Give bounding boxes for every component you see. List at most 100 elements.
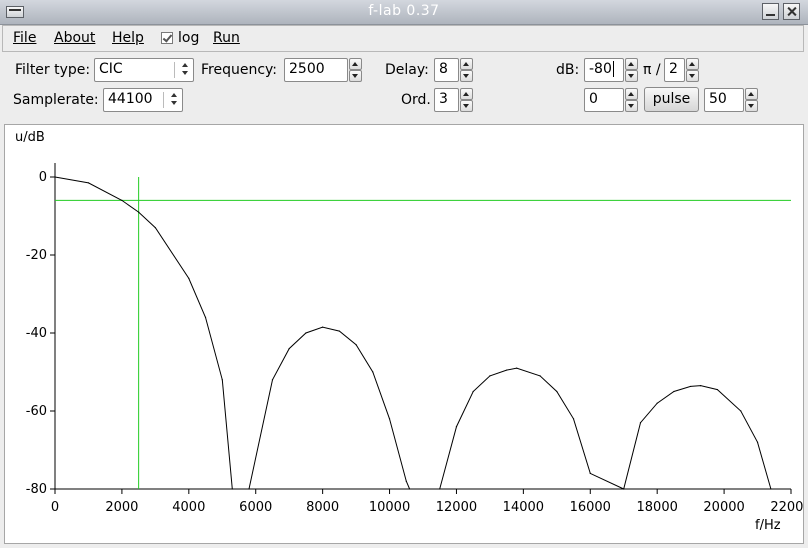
response-point (756, 441, 759, 443)
combo-separator (163, 92, 164, 108)
response-point (740, 410, 742, 412)
frequency-value: 2500 (289, 61, 325, 77)
x-tick-label: 14000 (503, 500, 544, 515)
menu-run[interactable]: Run (213, 30, 240, 46)
response-point (639, 422, 642, 424)
combo-separator (174, 62, 175, 78)
phase-input[interactable]: 0 (584, 88, 624, 112)
response-point (716, 388, 719, 391)
response-point (221, 379, 223, 381)
minimize-icon[interactable] (762, 3, 779, 20)
response-point (87, 182, 90, 184)
spin-down-icon[interactable] (460, 70, 473, 82)
window-title: f-lab 0.37 (368, 3, 440, 19)
response-point (154, 227, 156, 229)
text-caret (612, 61, 614, 77)
pi-divisor-stepper[interactable] (686, 58, 699, 82)
samplerate-value: 44100 (108, 91, 153, 107)
response-point (516, 367, 518, 369)
db-label: dB: (556, 62, 580, 78)
order-stepper[interactable] (460, 88, 473, 112)
menu-run-label: Run (213, 30, 240, 46)
response-point (589, 472, 591, 474)
menu-help-label: Help (112, 30, 144, 46)
y-tick-label: -40 (26, 326, 47, 341)
response-point (770, 488, 772, 490)
spin-up-icon[interactable] (460, 88, 473, 100)
x-tick-label: 16000 (570, 500, 611, 515)
delay-stepper[interactable] (460, 58, 473, 82)
spin-down-icon[interactable] (625, 100, 638, 112)
pulse-value: 50 (709, 91, 727, 107)
samplerate-select[interactable]: 44100 (103, 88, 183, 112)
log-checkbox-icon[interactable] (161, 32, 173, 44)
pi-divisor-value: 2 (669, 61, 678, 77)
spin-up-icon[interactable] (745, 88, 758, 100)
response-point (121, 199, 123, 201)
response-point (700, 385, 702, 387)
response-point (673, 390, 675, 393)
response-point (305, 332, 307, 334)
spin-up-icon[interactable] (686, 58, 699, 70)
order-input[interactable]: 3 (434, 88, 459, 112)
delay-value: 8 (439, 61, 448, 77)
frequency-stepper[interactable] (349, 58, 362, 82)
x-tick-label: 8000 (306, 500, 339, 515)
spin-up-icon[interactable] (625, 58, 638, 70)
y-tick-label: -60 (26, 404, 47, 419)
delay-input[interactable]: 8 (434, 58, 459, 82)
spin-up-icon[interactable] (460, 58, 473, 70)
pulse-button[interactable]: pulse (644, 87, 699, 112)
spin-down-icon[interactable] (625, 70, 638, 82)
phase-stepper[interactable] (625, 88, 638, 112)
samplerate-label: Samplerate: (13, 92, 99, 108)
spin-down-icon[interactable] (686, 70, 699, 82)
frequency-response-plot[interactable]: 0 -20 -40 -60 -80 0 2000 4000 6000 8000 10000 12000… (4, 124, 804, 544)
menu-about[interactable]: About (54, 30, 95, 46)
spin-up-icon[interactable] (625, 88, 638, 100)
menu-file-label: File (13, 30, 37, 46)
x-axis-label: f/Hz (755, 518, 781, 533)
response-point (322, 326, 324, 328)
response-point (338, 330, 340, 332)
close-icon[interactable] (783, 3, 800, 20)
log-label[interactable]: log (178, 30, 199, 46)
menu-file[interactable]: File (13, 30, 36, 46)
response-point (572, 418, 575, 420)
response-point (556, 390, 558, 393)
x-tick-label: 2000 (105, 500, 138, 515)
response-point (372, 371, 374, 373)
menu-bar: File About Help log Run (2, 25, 804, 52)
x-tick-label: 10000 (369, 500, 410, 515)
response-point (455, 426, 458, 428)
menu-help[interactable]: Help (112, 30, 144, 46)
response-point (690, 385, 692, 388)
filter-type-label: Filter type: (15, 62, 91, 78)
x-tick-label: 20000 (703, 500, 744, 515)
delay-label: Delay: (385, 62, 429, 78)
phase-value: 0 (589, 91, 598, 107)
frequency-input[interactable]: 2500 (284, 58, 348, 82)
spin-down-icon[interactable] (460, 100, 473, 112)
x-tick-label: 22000 (770, 500, 803, 515)
combo-arrows-icon (170, 93, 178, 107)
y-tick-label: -80 (26, 482, 47, 497)
pulse-stepper[interactable] (745, 88, 758, 112)
filter-type-value: CIC (99, 61, 123, 77)
filter-type-select[interactable]: CIC (94, 58, 194, 82)
spin-down-icon[interactable] (745, 100, 758, 112)
spin-up-icon[interactable] (349, 58, 362, 70)
pulse-input[interactable]: 50 (704, 88, 744, 112)
spin-down-icon[interactable] (349, 70, 362, 82)
db-input[interactable]: -80 (584, 58, 624, 82)
response-point (54, 176, 56, 178)
db-stepper[interactable] (625, 58, 638, 82)
x-tick-label: 0 (51, 500, 59, 515)
response-point (439, 488, 441, 490)
response-point (472, 390, 474, 393)
response-curve (54, 176, 772, 490)
pi-label: π / (643, 62, 661, 78)
chart-svg: 0 -20 -40 -60 -80 0 2000 4000 6000 8000 10000 12000… (15, 130, 803, 533)
pi-divisor-input[interactable]: 2 (664, 58, 685, 82)
x-tick-label: 6000 (239, 500, 272, 515)
